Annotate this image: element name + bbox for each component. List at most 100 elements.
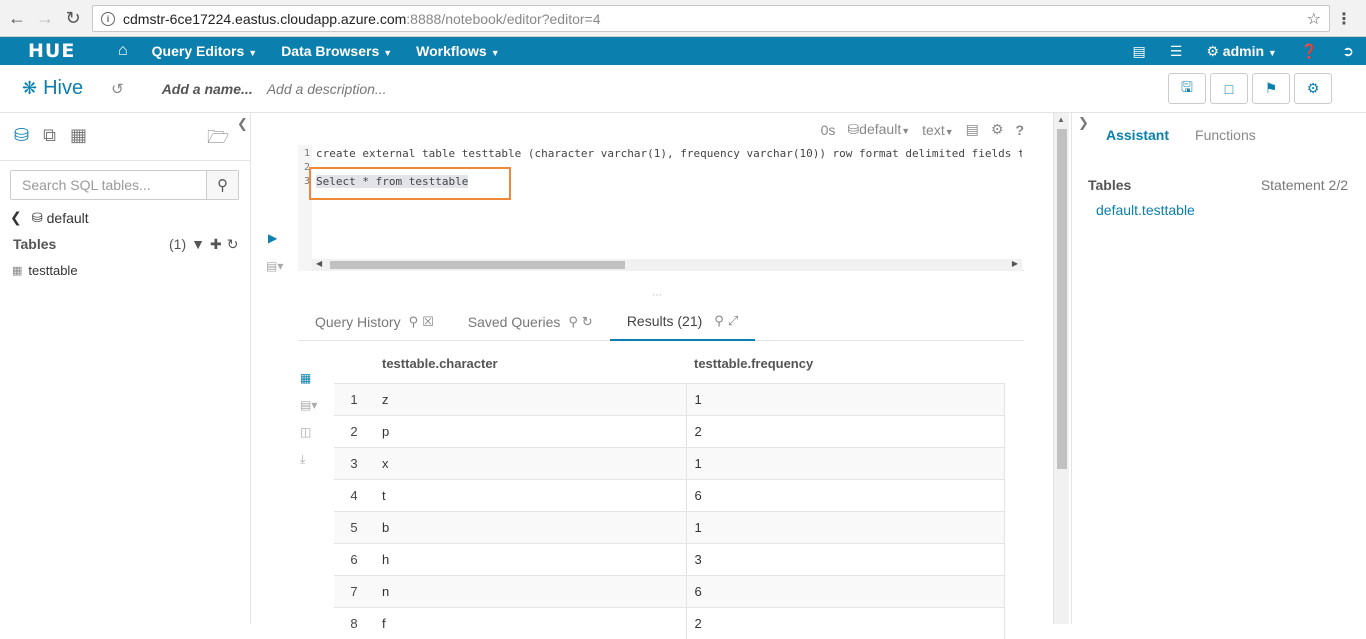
tab-functions[interactable]: Functions [1195, 127, 1256, 143]
table-cell: 6 [686, 478, 1005, 511]
home-icon[interactable]: ⌂ [118, 42, 128, 60]
search-icon[interactable]: ⚲ [568, 314, 578, 330]
table-row: 7 n 6 [334, 574, 1005, 607]
horizontal-scrollbar[interactable]: ◀ ▶ [312, 259, 1022, 271]
gear-icon[interactable]: ⚙ [991, 121, 1004, 138]
back-icon[interactable]: ← [6, 7, 28, 29]
tab-results-label: Results (21) [626, 313, 703, 329]
browser-menu-icon[interactable]: ⋮ [1336, 9, 1352, 29]
row-number: 5 [334, 510, 374, 543]
table-list-item[interactable]: ▦ testtable [12, 263, 78, 278]
columns-icon[interactable]: ◫ [300, 425, 317, 452]
chevron-left-icon[interactable]: ❮ [237, 116, 248, 132]
bookmark-star-icon[interactable]: ☆ [1307, 9, 1321, 29]
query-description-field[interactable]: Add a description... [267, 81, 387, 97]
tab-assistant[interactable]: Assistant [1106, 127, 1169, 143]
chevron-right-icon[interactable]: ❯ [1078, 115, 1089, 131]
tables-tools: (1) ▼ ✚ ↻ [169, 236, 238, 253]
search-icon[interactable]: ⚲ [714, 313, 724, 329]
table-cell: t [374, 478, 687, 511]
browser-toolbar: ← → ↻ i cdmstr-6ce17224.eastus.cloudapp.… [0, 0, 1366, 37]
help-icon[interactable]: ? [1015, 122, 1024, 138]
format-selector[interactable]: text▼ [922, 122, 954, 138]
editor-type-title[interactable]: Hive [43, 77, 83, 100]
table-cell: 6 [686, 574, 1005, 607]
reload-icon[interactable]: ↻ [62, 7, 84, 29]
table-cell: 3 [686, 542, 1005, 575]
document-icon[interactable]: ▤ [966, 121, 979, 138]
table-row: 1 z 1 [334, 382, 1005, 415]
tags-button[interactable]: ⚑ [1252, 73, 1290, 104]
table-cell: b [374, 510, 687, 543]
database-selector[interactable]: ⛁default▼ [847, 121, 910, 138]
forward-icon[interactable]: → [34, 7, 56, 29]
column-header[interactable]: testtable.frequency [686, 345, 1004, 383]
table-cell: h [374, 542, 687, 575]
assistant-tables-heading: Tables [1088, 177, 1132, 193]
execute-play-icon[interactable]: ▶ [268, 231, 277, 245]
nav-data-browsers[interactable]: Data Browsers ▼ [281, 43, 392, 59]
search-icon[interactable]: ⚲ [206, 171, 238, 199]
grid-icon[interactable]: ▦ [70, 125, 87, 146]
vertical-scrollbar[interactable]: ▲ [1053, 113, 1069, 624]
grid-view-icon[interactable]: ▦ [300, 371, 317, 398]
scroll-left-icon[interactable]: ◀ [316, 259, 322, 268]
url-path: :8888/notebook/editor?editor=4 [406, 10, 601, 27]
row-number: 1 [334, 382, 374, 415]
copy-icon[interactable]: ⧉ [43, 125, 56, 146]
sql-editor[interactable]: 1 2 3 create external table testtable (c… [298, 145, 1024, 271]
folder-open-icon[interactable]: 🗁 [207, 125, 229, 155]
refresh-icon[interactable]: ↻ [582, 314, 593, 330]
scrollbar-thumb[interactable] [330, 261, 625, 269]
search-sql-tables-input[interactable] [11, 171, 207, 199]
database-breadcrumb[interactable]: ❮ ⛁ default [10, 209, 89, 226]
tab-query-history[interactable]: Query History ⚲ ☒ [298, 303, 451, 341]
cogs-icon: ⚙ [1206, 42, 1219, 59]
logout-icon[interactable]: ➲ [1342, 43, 1354, 60]
nav-query-editors[interactable]: Query Editors ▼ [152, 43, 258, 59]
refresh-icon[interactable]: ↻ [227, 236, 239, 253]
chevron-left-icon[interactable]: ❮ [10, 209, 22, 226]
search-icon[interactable]: ⚲ [409, 314, 419, 330]
scroll-right-icon[interactable]: ▶ [1012, 259, 1018, 268]
file-icon[interactable]: ▤ [1133, 43, 1146, 60]
row-number-header [334, 345, 374, 383]
user-menu[interactable]: ⚙ admin ▼ [1206, 43, 1277, 60]
resize-grip-icon[interactable]: ⋯ [652, 290, 662, 301]
results-table: testtable.character testtable.frequency … [334, 345, 1005, 639]
scrollbar-thumb[interactable] [1057, 129, 1067, 469]
jobs-icon[interactable]: ☰ [1170, 43, 1183, 60]
table-cell: p [374, 414, 687, 447]
row-number: 2 [334, 414, 374, 447]
query-name-field[interactable]: Add a name... [162, 81, 253, 97]
assistant-table-link[interactable]: default.testtable [1096, 202, 1195, 218]
hue-logo[interactable]: HUE [28, 40, 88, 62]
nav-workflows[interactable]: Workflows ▼ [416, 43, 499, 59]
expand-icon[interactable]: ⤢ [728, 313, 738, 329]
tab-results[interactable]: Results (21) ⚲ ⤢ [609, 303, 756, 341]
download-icon[interactable]: ⤓ [300, 452, 317, 479]
address-bar[interactable]: i cdmstr-6ce17224.eastus.cloudapp.azure.… [92, 5, 1330, 32]
chart-view-icon[interactable]: ▤▾ [300, 398, 317, 425]
save-button[interactable]: 🖫 [1168, 73, 1206, 104]
info-icon[interactable]: i [101, 11, 115, 26]
settings-button[interactable]: ⚙ [1294, 73, 1332, 104]
caret-down-icon: ▼ [901, 126, 911, 136]
add-icon[interactable]: ✚ [210, 236, 222, 253]
tables-heading: Tables [13, 236, 57, 252]
filter-icon[interactable]: ▼ [191, 236, 205, 253]
table-row: 3 x 1 [334, 446, 1005, 479]
map-icon[interactable]: ▤▾ [266, 259, 283, 273]
calendar-x-icon[interactable]: ☒ [422, 314, 434, 330]
scroll-up-icon[interactable]: ▲ [1057, 115, 1065, 124]
history-icon[interactable]: ↺ [111, 80, 124, 98]
column-header[interactable]: testtable.character [374, 345, 686, 383]
help-icon[interactable]: ❓ [1301, 43, 1318, 60]
tab-saved-queries[interactable]: Saved Queries ⚲ ↻ [451, 303, 610, 341]
database-icon[interactable]: ⛁ [14, 125, 29, 146]
database-selector-value: default [859, 121, 902, 137]
table-name: testtable [28, 263, 78, 278]
statement-counter: Statement 2/2 [1260, 177, 1348, 193]
new-query-button[interactable]: □ [1210, 73, 1248, 104]
table-header-row: testtable.character testtable.frequency [334, 345, 1004, 383]
